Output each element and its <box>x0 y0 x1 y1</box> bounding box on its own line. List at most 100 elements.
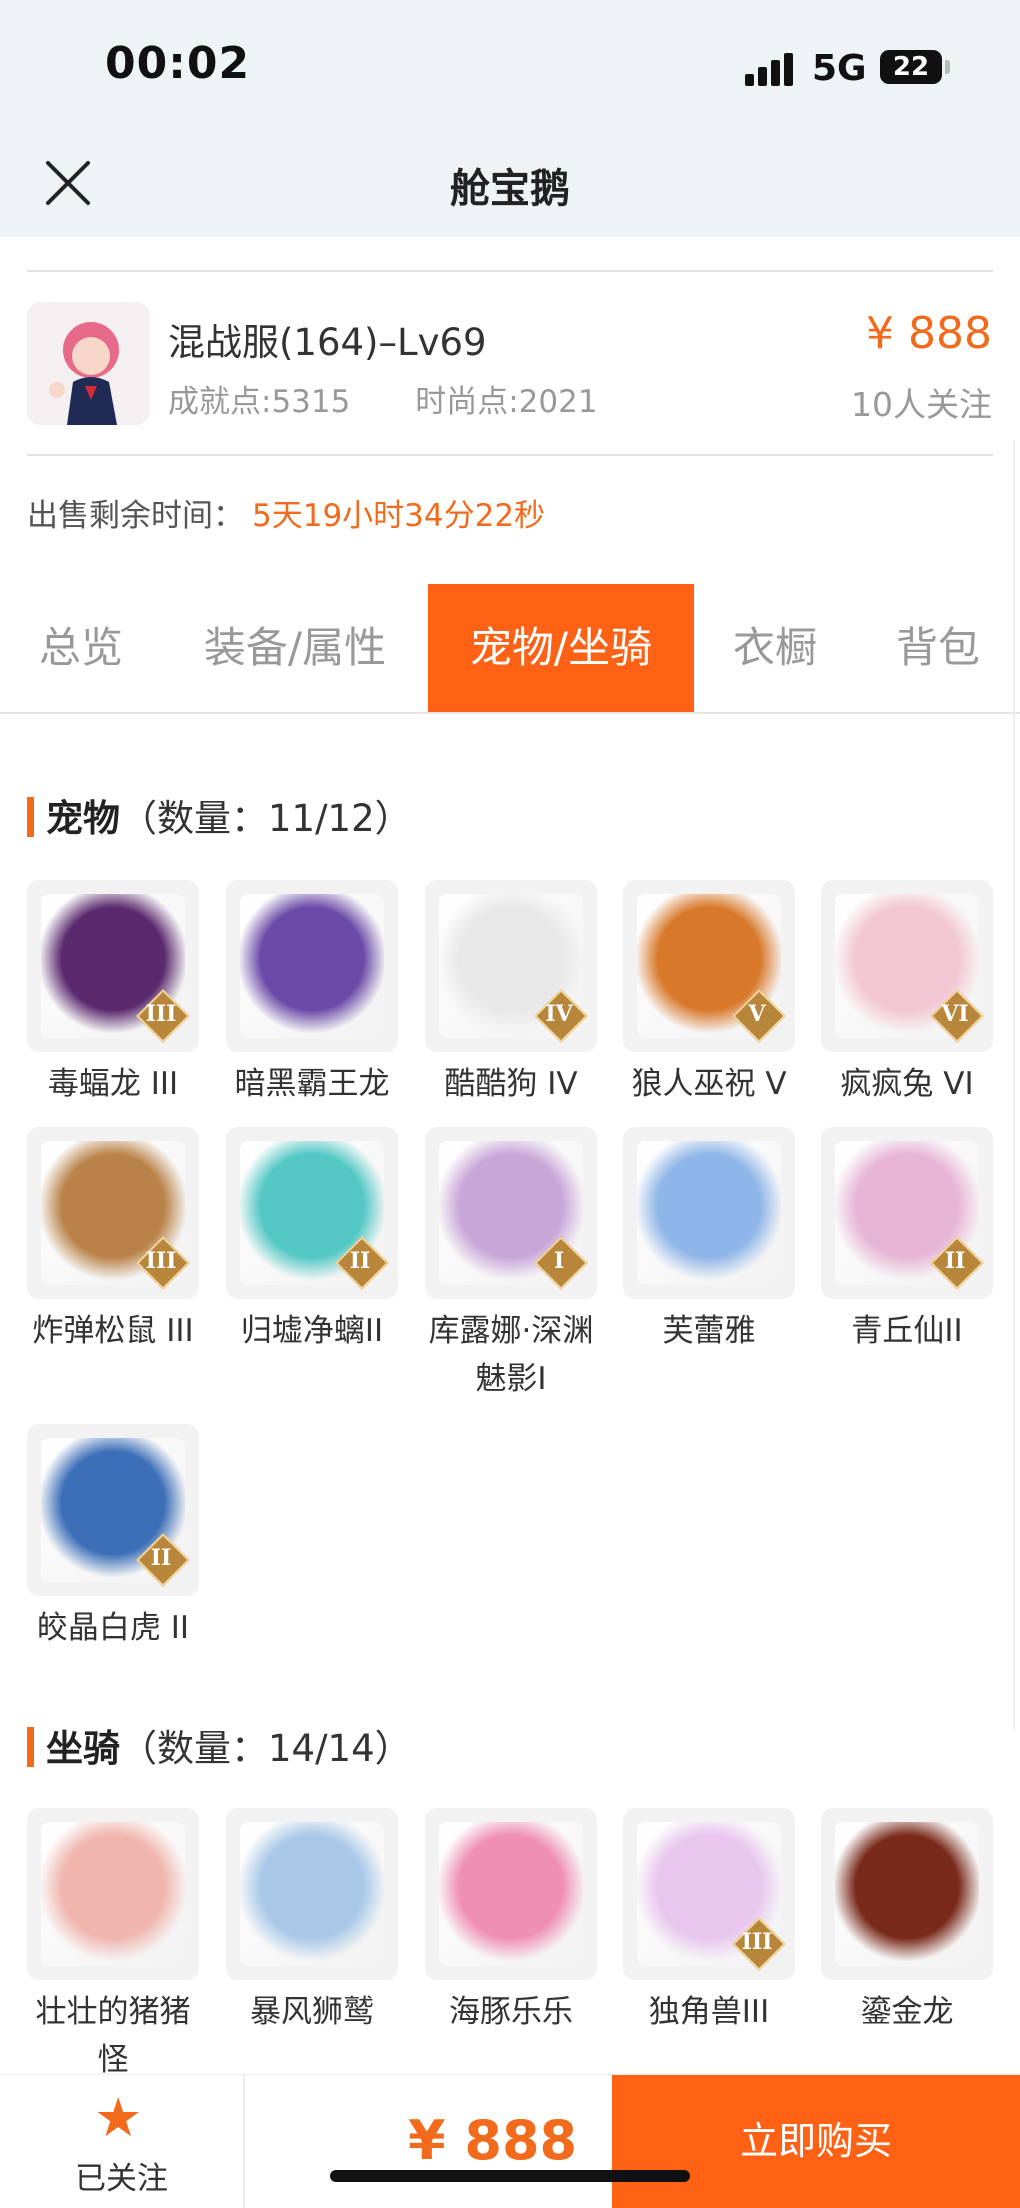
pets-section-title: 宠物（数量：11/12） <box>27 788 412 842</box>
divider <box>27 454 993 456</box>
scrollbar[interactable] <box>1013 440 1015 1730</box>
creature-art-icon <box>439 1822 583 1966</box>
rank-badge-text: III <box>145 1001 177 1027</box>
item-thumbnail <box>226 880 398 1052</box>
fashion-points: 时尚点:2021 <box>415 384 598 420</box>
tab-bar: 总览 装备/属性 宠物/坐骑 衣橱 背包 <box>0 584 1020 714</box>
pet-item[interactable]: II 皎晶白虎 II <box>27 1424 199 1652</box>
sale-remaining-time: 5天19小时34分22秒 <box>252 498 546 534</box>
character-avatar[interactable] <box>27 302 150 425</box>
mounts-section-title: 坐骑（数量：14/14） <box>27 1718 412 1772</box>
pets-count: （数量：11/12） <box>120 797 412 840</box>
rank-badge-text: II <box>349 1248 371 1274</box>
item-name: 疯疯兔 VI <box>840 1066 974 1102</box>
battery-tip <box>945 60 950 74</box>
item-thumbnail <box>226 1808 398 1980</box>
mount-item[interactable]: III 独角兽III <box>623 1808 795 2036</box>
pet-item[interactable]: 暗黑霸王龙 <box>226 880 398 1108</box>
rank-badge-icon: VI <box>930 989 984 1043</box>
item-thumbnail: II <box>226 1127 398 1299</box>
pet-item[interactable]: 芙蕾雅 <box>623 1127 795 1355</box>
buy-now-button[interactable]: 立即购买 <box>612 2075 1020 2208</box>
rank-badge-icon: V <box>732 989 786 1043</box>
rank-badge-text: III <box>145 1248 177 1274</box>
battery-icon: 22 <box>880 50 942 84</box>
pets-title: 宠物 <box>46 797 120 840</box>
star-icon: ★ <box>94 2086 143 2149</box>
section-accent-bar <box>27 797 34 837</box>
tab-wardrobe[interactable]: 衣橱 <box>712 584 838 712</box>
rank-badge-text: IV <box>545 1001 573 1027</box>
nav-bar: 舱宝鹅 <box>0 130 1020 237</box>
home-indicator <box>330 2170 690 2182</box>
item-name: 酷酷狗 IV <box>444 1066 578 1102</box>
bottom-action-bar: ★ 已关注 ¥ 888 立即购买 <box>0 2074 1020 2208</box>
creature-art-icon <box>41 1822 185 1966</box>
listing-price: ¥ 888 <box>866 308 992 359</box>
item-name: 独角兽III <box>648 1994 770 2030</box>
item-name: 库露娜·深渊魅影I <box>428 1313 594 1397</box>
pet-item[interactable]: I 库露娜·深渊魅影I <box>425 1127 597 1403</box>
tab-overview[interactable]: 总览 <box>20 584 142 712</box>
item-thumbnail: II <box>821 1127 993 1299</box>
item-thumbnail: III <box>27 880 199 1052</box>
sale-remaining-label: 出售剩余时间： <box>27 498 244 534</box>
mounts-title: 坐骑 <box>46 1727 120 1770</box>
item-name: 海豚乐乐 <box>449 1994 573 2030</box>
item-name: 壮壮的猪猪怪 <box>35 1994 191 2078</box>
item-name: 皎晶白虎 II <box>36 1610 190 1646</box>
rank-badge-icon: I <box>534 1236 588 1290</box>
follow-button[interactable]: ★ 已关注 <box>0 2075 245 2208</box>
bottom-price: ¥ 888 <box>408 2109 578 2172</box>
pet-item[interactable]: II 青丘仙II <box>821 1127 993 1355</box>
item-thumbnail <box>425 1808 597 1980</box>
mount-item[interactable]: 鎏金龙 <box>821 1808 993 2036</box>
mount-item[interactable]: 海豚乐乐 <box>425 1808 597 2036</box>
pet-item[interactable]: III 毒蝠龙 III <box>27 880 199 1108</box>
item-thumbnail <box>27 1808 199 1980</box>
pet-item[interactable]: V 狼人巫祝 V <box>623 880 795 1108</box>
status-bar: 00:02 5G 22 <box>0 0 1020 130</box>
item-name: 鎏金龙 <box>860 1994 954 2030</box>
tab-equipment[interactable]: 装备/属性 <box>180 584 410 712</box>
rank-badge-icon: II <box>335 1236 389 1290</box>
item-thumbnail: V <box>623 880 795 1052</box>
achievement-points: 成就点:5315 <box>168 384 351 420</box>
pet-item[interactable]: III 炸弹松鼠 III <box>27 1127 199 1355</box>
mounts-count: （数量：14/14） <box>120 1727 412 1770</box>
follower-count: 10人关注 <box>851 385 992 424</box>
rank-badge-icon: IV <box>534 989 588 1043</box>
rank-badge-text: III <box>741 1929 773 1955</box>
item-name: 暴风狮鹫 <box>250 1994 374 2030</box>
rank-badge-icon: III <box>136 989 190 1043</box>
mount-item[interactable]: 壮壮的猪猪怪 <box>27 1808 199 2084</box>
item-thumbnail: VI <box>821 880 993 1052</box>
character-avatar-art <box>27 302 150 425</box>
rank-badge-icon: III <box>732 1917 786 1971</box>
page-title: 舱宝鹅 <box>450 166 570 212</box>
item-name: 狼人巫祝 V <box>631 1066 787 1102</box>
item-name: 芙蕾雅 <box>662 1313 756 1349</box>
pet-item[interactable]: VI 疯疯兔 VI <box>821 880 993 1108</box>
item-name: 归墟净螭II <box>240 1313 384 1349</box>
sale-remaining-row: 出售剩余时间： 5天19小时34分22秒 <box>27 490 545 535</box>
rank-badge-text: VI <box>941 1001 969 1027</box>
rank-badge-text: I <box>553 1248 565 1274</box>
signal-icon <box>745 52 797 86</box>
item-thumbnail: I <box>425 1127 597 1299</box>
item-thumbnail: II <box>27 1424 199 1596</box>
item-name: 暗黑霸王龙 <box>234 1066 390 1102</box>
tab-pets-mounts[interactable]: 宠物/坐骑 <box>428 584 694 712</box>
mount-item[interactable]: 暴风狮鹫 <box>226 1808 398 2036</box>
creature-art-icon <box>835 1822 979 1966</box>
item-thumbnail: IV <box>425 880 597 1052</box>
item-thumbnail <box>623 1127 795 1299</box>
pet-item[interactable]: IV 酷酷狗 IV <box>425 880 597 1108</box>
pet-item[interactable]: II 归墟净螭II <box>226 1127 398 1355</box>
character-name: 混战服(164)–Lv69 <box>168 321 487 364</box>
rank-badge-icon: III <box>136 1236 190 1290</box>
item-name: 炸弹松鼠 III <box>32 1313 194 1349</box>
section-accent-bar <box>27 1727 34 1767</box>
tab-backpack[interactable]: 背包 <box>875 584 1001 712</box>
rank-badge-text: V <box>748 1001 766 1027</box>
